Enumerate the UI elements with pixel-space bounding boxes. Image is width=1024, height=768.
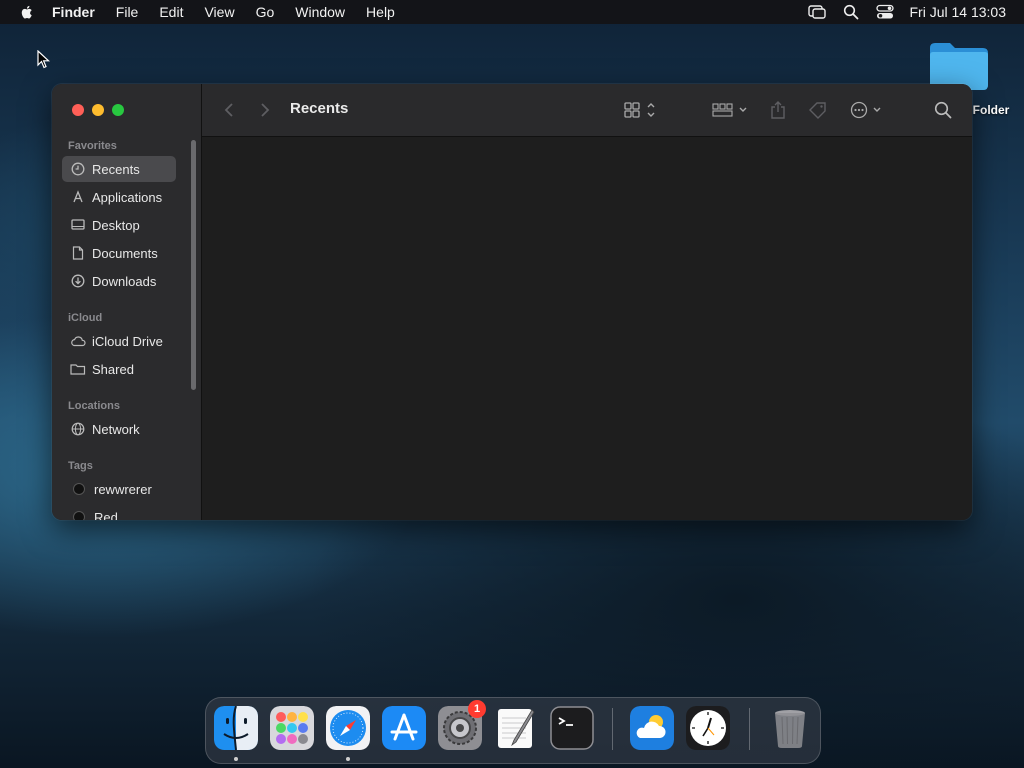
finder-window: Favorites Recents Applications Desktop D… (52, 84, 972, 520)
tag-color-dot (73, 511, 85, 520)
globe-icon (70, 421, 86, 437)
clock-app-icon[interactable] (686, 706, 730, 750)
sidebar-section-icloud: iCloud (68, 312, 103, 324)
safari-app-icon[interactable] (326, 706, 370, 750)
sidebar-item-desktop[interactable]: Desktop (62, 212, 176, 238)
sidebar-item-label: Network (92, 421, 140, 437)
launchpad-app-icon[interactable] (270, 706, 314, 750)
applications-icon (70, 189, 86, 205)
group-by-icon[interactable] (712, 100, 750, 120)
desktop-icon (70, 217, 86, 233)
download-icon (70, 273, 86, 289)
finder-toolbar: Recents (202, 84, 972, 137)
dock-separator (749, 708, 750, 750)
terminal-app-icon[interactable] (550, 706, 594, 750)
weather-app-icon[interactable] (630, 706, 674, 750)
minimize-window-button[interactable] (92, 104, 104, 116)
menu-file[interactable]: File (116, 4, 139, 20)
sidebar-item-documents[interactable]: Documents (62, 240, 176, 266)
textedit-app-icon[interactable] (494, 706, 538, 750)
back-chevron-icon[interactable] (224, 100, 234, 120)
sidebar-item-label: Downloads (92, 273, 157, 289)
sidebar-tag-rewwrerer[interactable]: rewwrerer (62, 476, 176, 502)
share-icon[interactable] (770, 100, 786, 120)
spotlight-search-icon[interactable] (842, 3, 860, 21)
sidebar-item-recents[interactable]: Recents (62, 156, 176, 182)
dock-separator (612, 708, 613, 750)
sidebar-item-label: Documents (92, 245, 158, 261)
sidebar-tag-red[interactable]: Red (62, 504, 176, 520)
menu-help[interactable]: Help (366, 4, 395, 20)
tag-icon[interactable] (808, 100, 828, 120)
tag-color-dot (73, 483, 85, 495)
sidebar-item-network[interactable]: Network (62, 416, 176, 442)
sidebar-item-label: Applications (92, 189, 163, 205)
notification-badge: 1 (468, 700, 486, 718)
sidebar-section-tags: Tags (68, 460, 93, 472)
more-actions-icon[interactable] (850, 100, 886, 120)
sidebar-item-label: iCloud Drive (92, 333, 163, 349)
menu-go[interactable]: Go (256, 4, 275, 20)
sidebar-item-label: rewwrerer (94, 481, 152, 497)
sidebar-item-label: Red (94, 509, 118, 521)
dock: 1 (205, 697, 821, 764)
sidebar-item-label: Recents (92, 161, 140, 177)
menu-edit[interactable]: Edit (159, 4, 183, 20)
maximize-window-button[interactable] (112, 104, 124, 116)
cloud-icon (70, 333, 86, 349)
sidebar-item-shared[interactable]: Shared (62, 356, 176, 382)
sidebar-scrollbar[interactable] (191, 140, 196, 390)
trash-icon[interactable] (768, 706, 812, 750)
sidebar-item-icloud-drive[interactable]: iCloud Drive (62, 328, 176, 354)
running-indicator (346, 757, 350, 761)
document-icon (70, 245, 86, 261)
sidebar-item-applications[interactable]: Applications (62, 184, 176, 210)
close-window-button[interactable] (72, 104, 84, 116)
menu-view[interactable]: View (204, 4, 234, 20)
finder-sidebar: Favorites Recents Applications Desktop D… (52, 84, 202, 520)
screen-mirroring-icon[interactable] (807, 3, 826, 21)
sidebar-item-label: Desktop (92, 217, 140, 233)
menu-bar: Finder File Edit View Go Window Help Fri… (0, 0, 1024, 24)
sidebar-item-label: Shared (92, 361, 134, 377)
finder-app-icon[interactable] (214, 706, 258, 750)
running-indicator (234, 757, 238, 761)
forward-chevron-icon[interactable] (260, 100, 270, 120)
shared-folder-icon (70, 361, 86, 377)
sidebar-section-locations: Locations (68, 400, 120, 412)
view-grid-icon[interactable] (624, 100, 660, 120)
window-title: Recents (290, 100, 349, 117)
sidebar-item-downloads[interactable]: Downloads (62, 268, 176, 294)
mouse-cursor-icon (37, 50, 51, 69)
menu-clock[interactable]: Fri Jul 14 13:03 (910, 4, 1007, 20)
control-center-icon[interactable] (875, 3, 894, 21)
menu-window[interactable]: Window (295, 4, 345, 20)
finder-content-area[interactable] (202, 137, 972, 520)
apple-icon[interactable] (18, 3, 36, 21)
search-icon[interactable] (934, 100, 952, 120)
clock-icon (70, 161, 86, 177)
app-store-app-icon[interactable] (382, 706, 426, 750)
sidebar-section-favorites: Favorites (68, 140, 117, 152)
menu-app-name[interactable]: Finder (52, 4, 95, 20)
